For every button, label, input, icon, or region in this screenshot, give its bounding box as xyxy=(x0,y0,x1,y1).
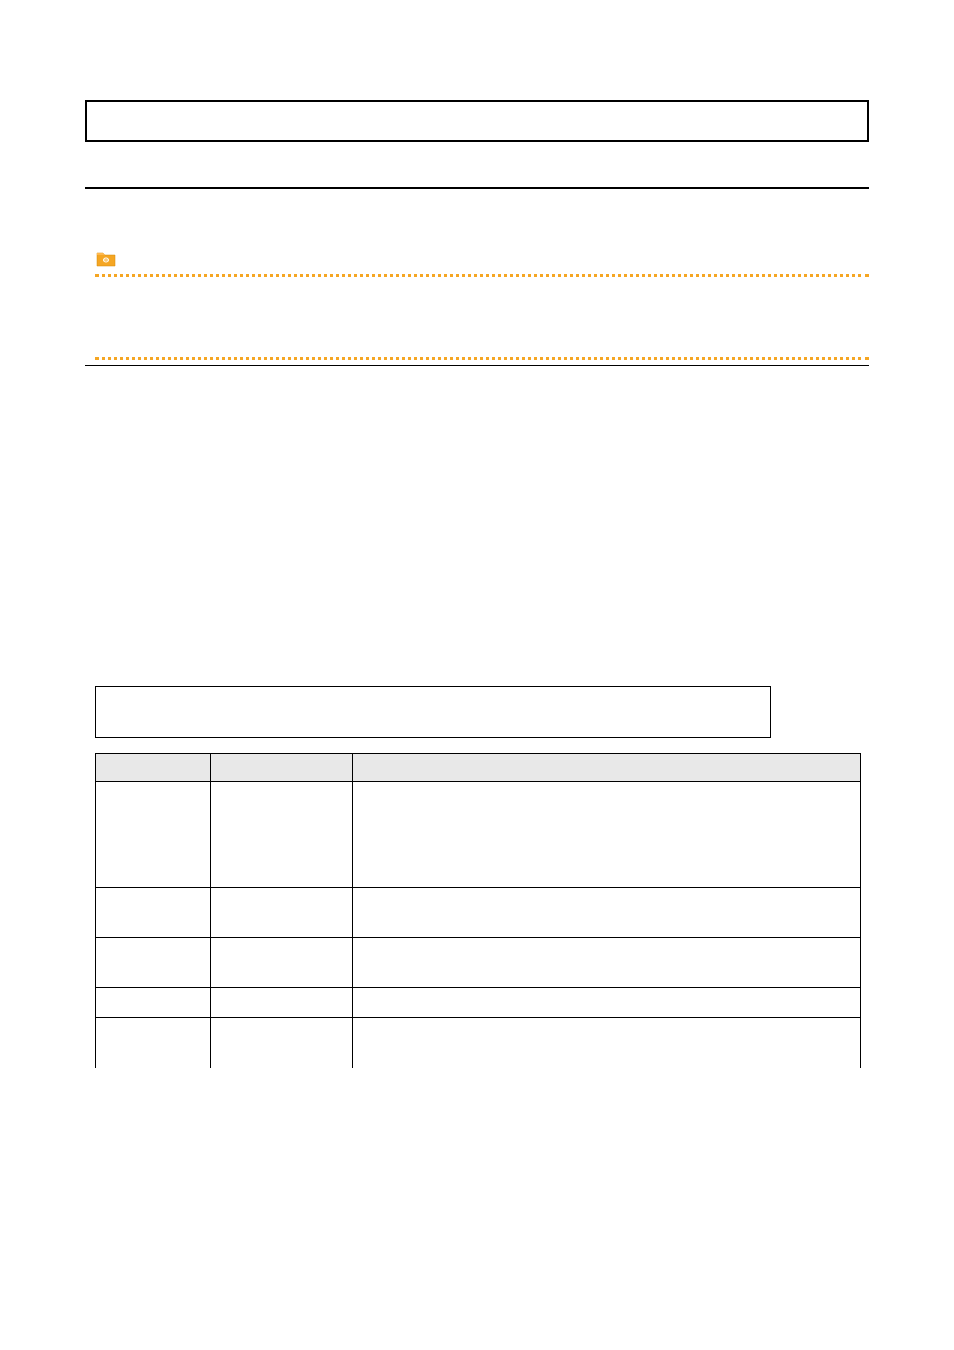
table-header-row xyxy=(96,754,861,782)
table-row xyxy=(96,938,861,988)
dotted-divider-1 xyxy=(95,274,869,277)
table-cell xyxy=(211,988,353,1018)
table-cell xyxy=(211,938,353,988)
table-row xyxy=(96,1018,861,1068)
table-header-col1 xyxy=(96,754,211,782)
table-header-col2 xyxy=(211,754,353,782)
table-cell xyxy=(211,888,353,938)
table-cell xyxy=(96,782,211,888)
thin-divider xyxy=(85,365,869,366)
table-cell xyxy=(353,1018,861,1068)
folder-icon xyxy=(95,249,117,269)
table-cell xyxy=(96,988,211,1018)
inner-box xyxy=(95,686,771,738)
section-divider-top xyxy=(85,187,869,189)
table-cell xyxy=(211,782,353,888)
table-cell xyxy=(353,938,861,988)
table-cell xyxy=(96,888,211,938)
table-container xyxy=(95,753,861,1068)
dotted-divider-2 xyxy=(95,357,869,360)
table-row xyxy=(96,988,861,1018)
table-cell xyxy=(96,1018,211,1068)
table-cell xyxy=(353,988,861,1018)
table-cell xyxy=(353,782,861,888)
table-cell xyxy=(211,1018,353,1068)
content-block-2 xyxy=(95,357,869,360)
title-box xyxy=(85,100,869,142)
page-container xyxy=(0,0,954,1068)
table-cell xyxy=(353,888,861,938)
content-block-1 xyxy=(95,249,869,277)
data-table xyxy=(95,753,861,1068)
table-cell xyxy=(96,938,211,988)
table-row xyxy=(96,888,861,938)
table-header-col3 xyxy=(353,754,861,782)
table-row xyxy=(96,782,861,888)
